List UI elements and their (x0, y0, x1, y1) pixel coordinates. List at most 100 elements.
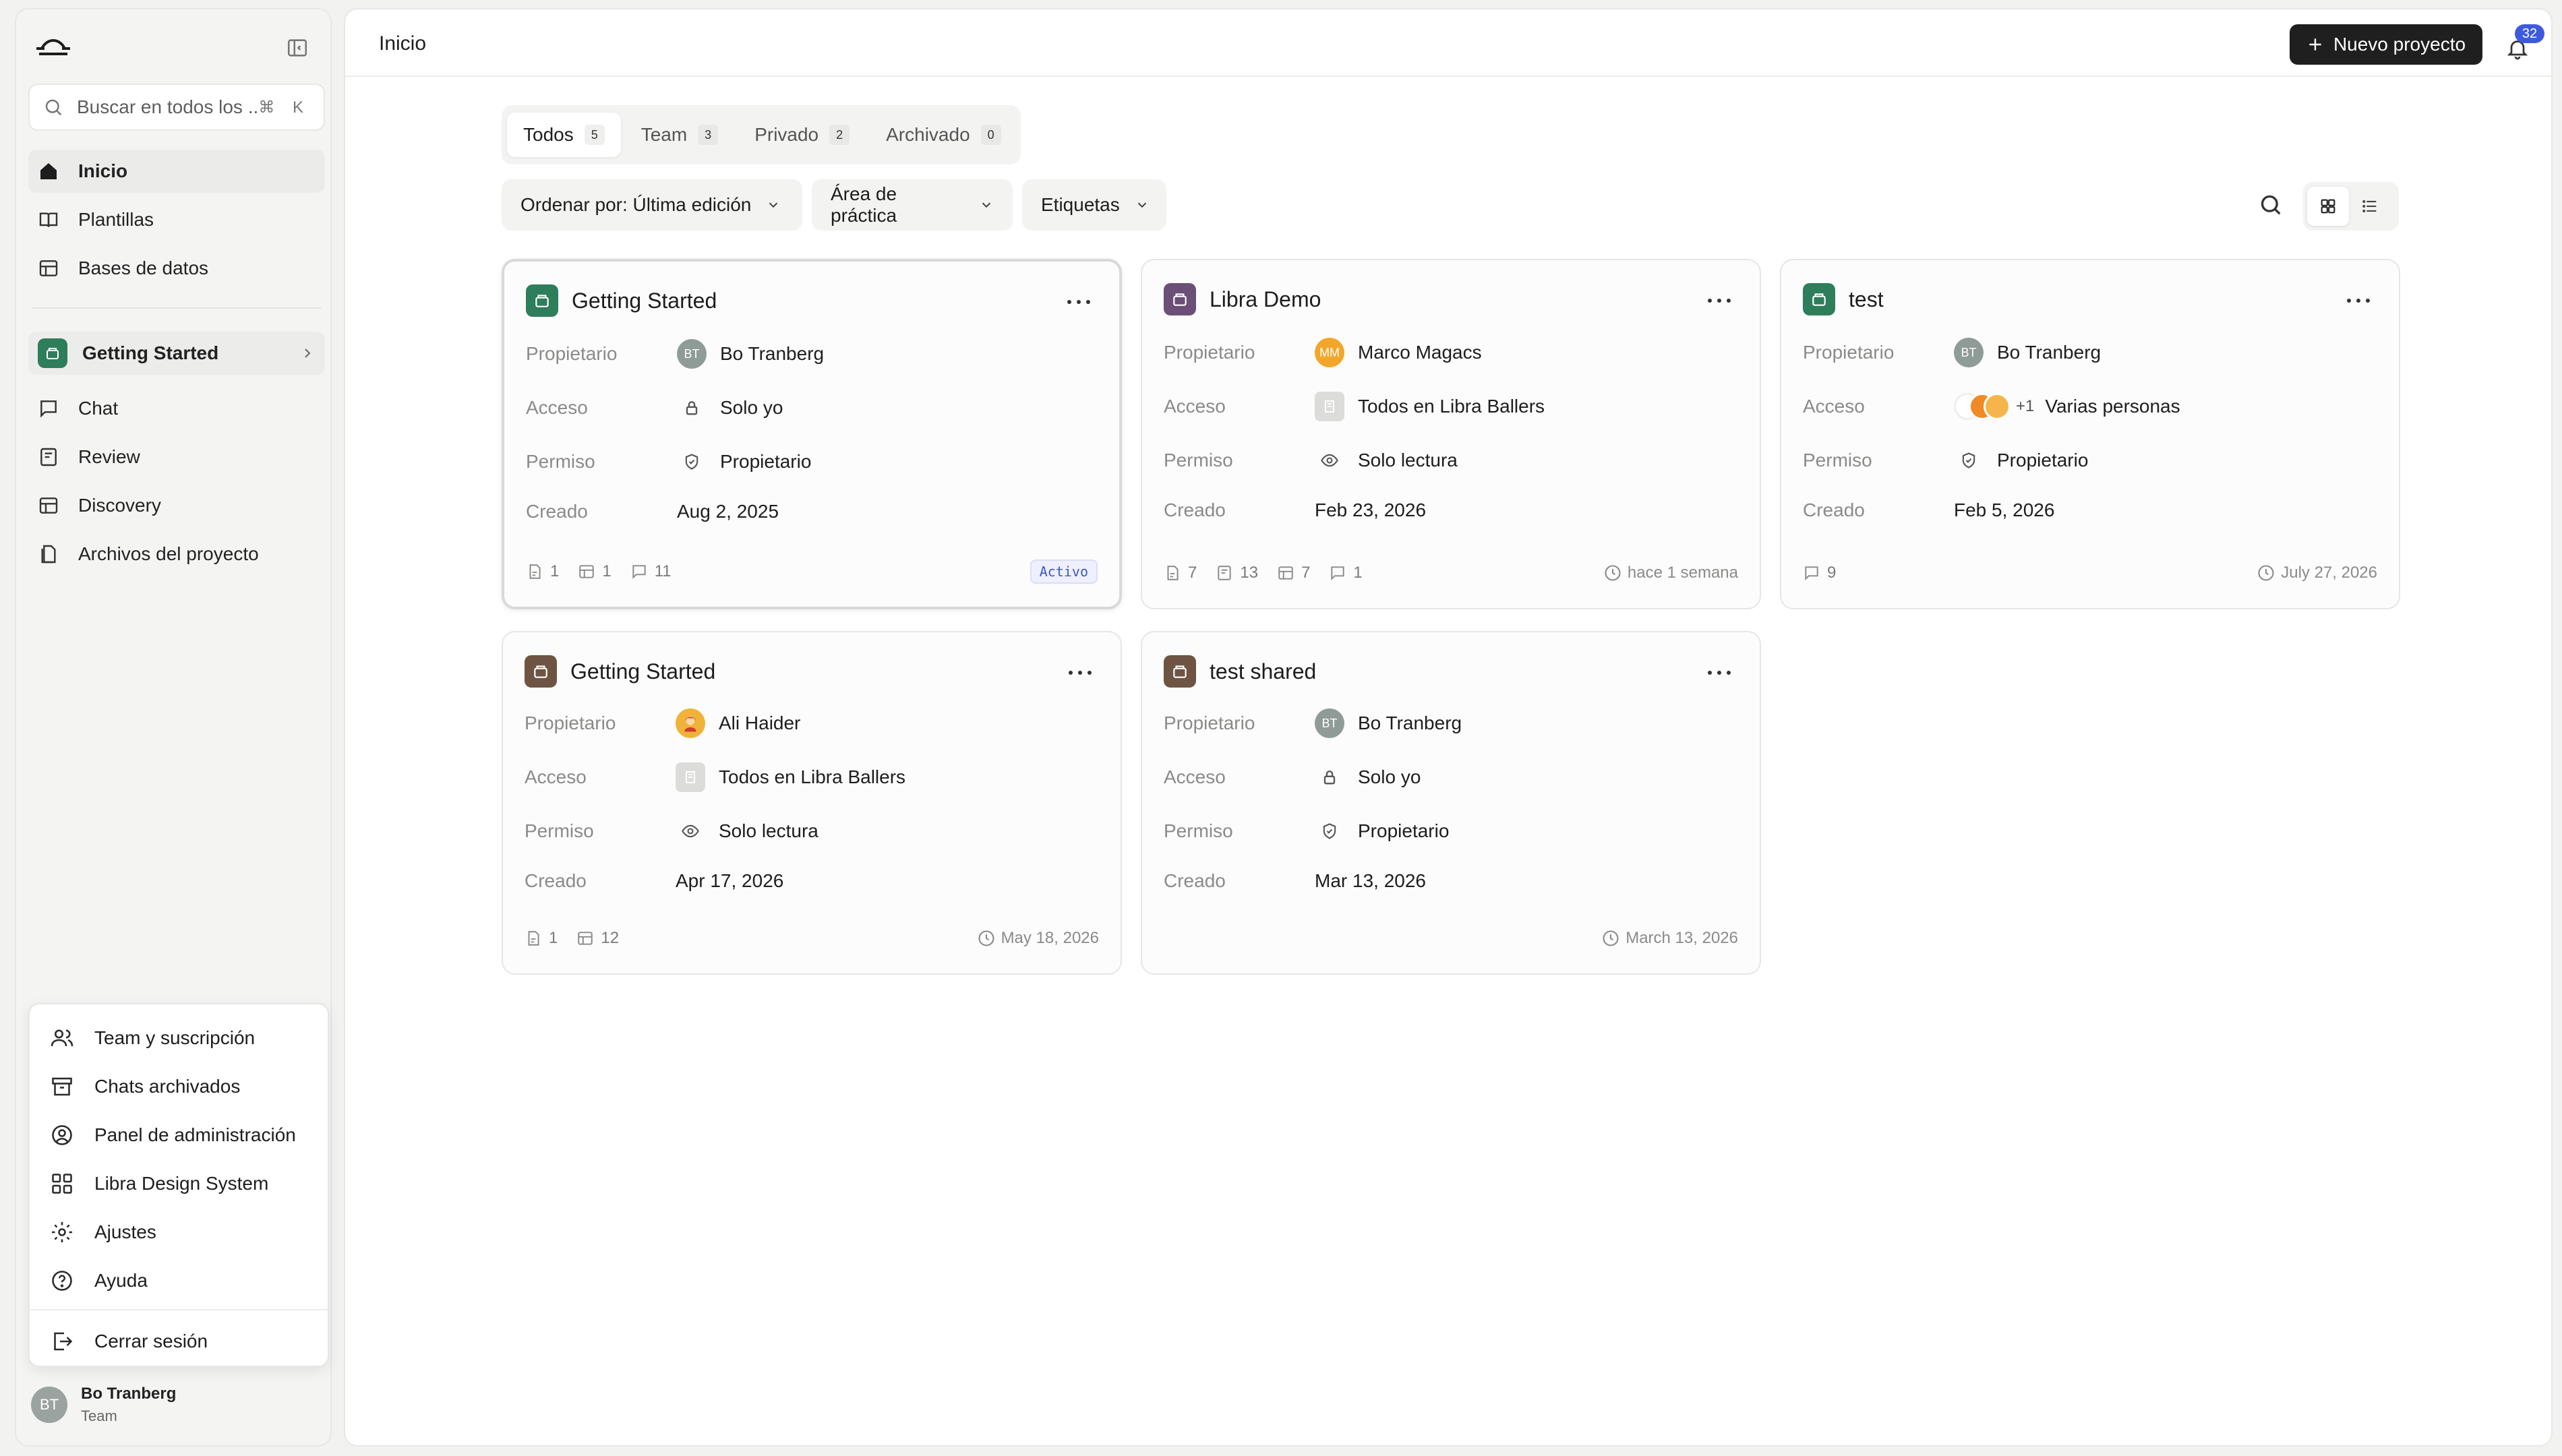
access-value: Varias personas (2045, 396, 2180, 417)
sidebar-item-plantillas[interactable]: Plantillas (28, 198, 325, 241)
project-card[interactable]: test Propietario BT Bo Tranberg Acceso +1… (1780, 259, 2400, 609)
menu-item-team[interactable]: Team y suscripción (50, 1019, 255, 1057)
libra-logo-icon[interactable] (35, 28, 71, 62)
practice-area-dropdown[interactable]: Área de práctica (812, 179, 1013, 231)
chat-icon (1331, 566, 1345, 581)
card-header: test (1803, 283, 1884, 315)
document-icon (528, 931, 539, 946)
project-card[interactable]: Getting Started Propietario BT Bo Tranber… (502, 259, 1122, 609)
sidebar-item-review[interactable]: Review (28, 435, 325, 479)
list-view-icon[interactable] (2349, 187, 2391, 226)
permission-value: Solo lectura (719, 820, 818, 841)
sidebar-item-inicio[interactable]: Inicio (28, 150, 325, 193)
owner-row: Propietario BT Bo Tranberg (1164, 706, 1462, 740)
new-project-button[interactable]: Nuevo proyecto (2290, 24, 2482, 65)
sort-label: Ordenar por: Última edición (520, 194, 752, 215)
menu-item-archived-chats[interactable]: Chats archivados (50, 1068, 240, 1105)
sidebar-project-getting-started[interactable]: Getting Started (28, 332, 325, 375)
chats-stat: 1 (1329, 564, 1363, 582)
search-icon[interactable] (2257, 191, 2284, 218)
project-card[interactable]: Libra Demo Propietario MM Marco Magacs Ac… (1141, 259, 1761, 609)
permission-label: Permiso (525, 820, 594, 841)
grid-icon (50, 1172, 74, 1196)
files-icon (38, 543, 59, 565)
project-icon (1803, 283, 1835, 315)
menu-item-logout[interactable]: Cerrar sesión (50, 1323, 208, 1360)
owner-name: Marco Magacs (1358, 342, 1482, 363)
project-icon (1164, 283, 1196, 315)
created-row: Creado Feb 5, 2026 (1803, 493, 2054, 527)
card-title: Getting Started (572, 288, 717, 313)
card-title: Getting Started (570, 659, 716, 684)
tables-stat: 1 (578, 562, 612, 581)
page-title: Inicio (379, 32, 427, 55)
more-options-icon[interactable] (1706, 665, 1733, 681)
chat-icon (38, 398, 59, 419)
tab-count: 5 (584, 125, 605, 145)
owner-label: Propietario (1164, 342, 1255, 363)
book-icon (38, 209, 59, 231)
access-row: Acceso +1 Varias personas (1803, 390, 2180, 423)
tables-count: 12 (601, 929, 620, 947)
tags-dropdown[interactable]: Etiquetas (1022, 179, 1166, 231)
grid-view-icon[interactable] (2307, 187, 2349, 226)
chevron-down-icon (979, 198, 994, 212)
tables-stat: 7 (1277, 564, 1310, 582)
owner-label: Propietario (526, 343, 618, 364)
project-card[interactable]: Getting Started Propietario Ali Haider A… (502, 631, 1122, 975)
sort-dropdown[interactable]: Ordenar por: Última edición (502, 179, 802, 231)
last-edited-value: hace 1 semana (1627, 564, 1738, 582)
organization-icon (1315, 392, 1344, 421)
tab-archivado[interactable]: Archivado 0 (870, 113, 1017, 157)
notification-count-badge: 32 (2515, 24, 2544, 43)
more-options-icon[interactable] (1065, 294, 1092, 310)
tables-count: 1 (602, 562, 612, 580)
avatar-stack: +1 (1954, 393, 2034, 420)
table-icon (578, 932, 593, 945)
access-label: Acceso (525, 766, 587, 787)
sidebar-item-label: Discovery (78, 495, 161, 516)
more-options-icon[interactable] (1706, 293, 1733, 309)
access-row: Acceso Todos en Libra Ballers (1164, 390, 1545, 423)
table-icon (1278, 566, 1293, 580)
card-header: Getting Started (525, 655, 715, 688)
sidebar-item-bases-de-datos[interactable]: Bases de datos (28, 247, 325, 290)
last-edited: July 27, 2026 (2257, 564, 2377, 582)
permission-label: Permiso (1164, 820, 1233, 841)
tab-team[interactable]: Team 3 (625, 113, 734, 157)
plus-icon (2306, 36, 2324, 53)
menu-item-help[interactable]: Ayuda (50, 1262, 148, 1300)
tab-privado[interactable]: Privado 2 (738, 113, 866, 157)
card-footer: 1 12 May 18, 2026 (525, 926, 1099, 950)
card-footer: March 13, 2026 (1164, 926, 1738, 950)
tables-count: 7 (1301, 564, 1311, 582)
menu-item-design-system[interactable]: Libra Design System (50, 1165, 268, 1203)
project-icon (526, 284, 558, 317)
sidebar-item-archivos[interactable]: Archivos del proyecto (28, 533, 325, 576)
owner-label: Propietario (1803, 342, 1895, 363)
lock-icon (677, 393, 707, 423)
docs-stat: 7 (1164, 564, 1197, 582)
created-label: Creado (525, 870, 587, 891)
created-value: Apr 17, 2026 (676, 870, 784, 891)
tab-todos[interactable]: Todos 5 (507, 113, 621, 157)
project-card[interactable]: test shared Propietario BT Bo Tranberg Ac… (1141, 631, 1761, 975)
lock-icon (1315, 762, 1344, 792)
card-header: Libra Demo (1164, 283, 1321, 315)
menu-item-admin-panel[interactable]: Panel de administración (50, 1116, 296, 1154)
menu-item-settings[interactable]: Ajustes (50, 1213, 156, 1251)
avatar (1984, 393, 2010, 420)
search-input[interactable]: Buscar en todos los ... ⌘ K (28, 84, 325, 131)
admin-icon (50, 1123, 74, 1147)
owner-name: Bo Tranberg (1997, 342, 2102, 363)
new-project-label: Nuevo proyecto (2333, 34, 2466, 55)
collapse-sidebar-icon[interactable] (286, 36, 309, 59)
more-options-icon[interactable] (1067, 665, 1094, 681)
review-icon (38, 446, 59, 468)
table-icon (38, 495, 59, 516)
sidebar-item-discovery[interactable]: Discovery (28, 484, 325, 527)
created-label: Creado (1164, 499, 1226, 520)
user-profile[interactable]: BT Bo Tranberg Team (31, 1385, 176, 1425)
more-options-icon[interactable] (2345, 293, 2372, 309)
sidebar-item-chat[interactable]: Chat (28, 387, 325, 430)
